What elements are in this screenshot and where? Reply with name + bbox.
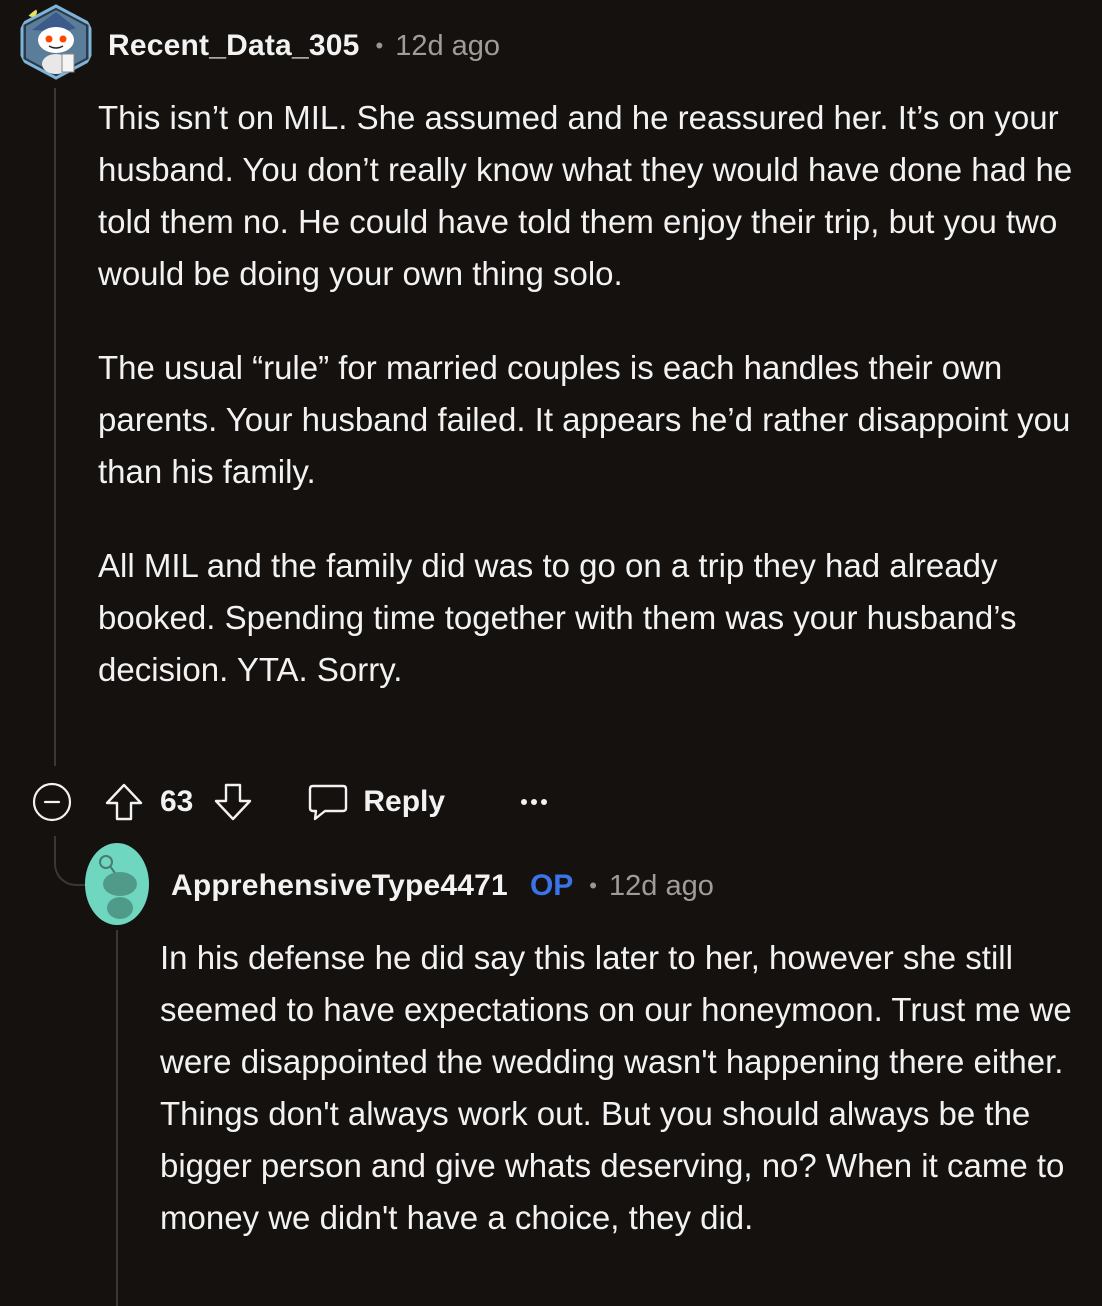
separator-dot: • [589, 873, 597, 898]
upvote-arrow-icon [105, 783, 143, 821]
minus-circle-icon [32, 782, 72, 822]
more-options-button[interactable] [519, 797, 549, 807]
comment-body: In his defense he did say this later to … [160, 932, 1090, 1244]
comment-header: Recent_Data_305 • 12d ago [108, 24, 500, 68]
ellipsis-icon [521, 799, 548, 805]
comment-action-bar: 63 Reply [32, 776, 549, 828]
collapse-button[interactable] [32, 782, 72, 822]
comment-body: This isn’t on MIL. She assumed and he re… [98, 92, 1088, 696]
reply-button[interactable]: Reply [307, 782, 445, 822]
username[interactable]: Recent_Data_305 [108, 29, 359, 63]
comment-paragraph: This isn’t on MIL. She assumed and he re… [98, 99, 1073, 292]
reddit-snoo-wizard-avatar-icon [20, 4, 92, 80]
downvote-arrow-icon [215, 783, 252, 821]
separator-dot: • [375, 33, 384, 58]
avatar[interactable] [18, 4, 94, 80]
avatar[interactable] [84, 842, 150, 926]
comment-paragraph: In his defense he did say this later to … [160, 939, 1072, 1236]
op-badge: OP [529, 869, 574, 902]
reply-label: Reply [363, 785, 446, 818]
username[interactable]: ApprehensiveType4471 [171, 869, 508, 903]
reddit-snoo-avatar-icon [85, 843, 149, 925]
comment-paragraph: All MIL and the family did was to go on … [98, 547, 1017, 688]
comment-header: ApprehensiveType4471 OP • 12d ago [171, 864, 714, 908]
vote-count: 63 [160, 785, 194, 818]
timestamp: 12d ago [609, 869, 714, 902]
comment-paragraph: The usual “rule” for married couples is … [98, 349, 1071, 490]
downvote-button[interactable] [211, 780, 255, 824]
upvote-button[interactable] [102, 780, 146, 824]
reply-thread-line [116, 930, 118, 1306]
timestamp: 12d ago [395, 29, 501, 62]
speech-bubble-icon [309, 784, 348, 821]
thread-line [54, 88, 56, 766]
